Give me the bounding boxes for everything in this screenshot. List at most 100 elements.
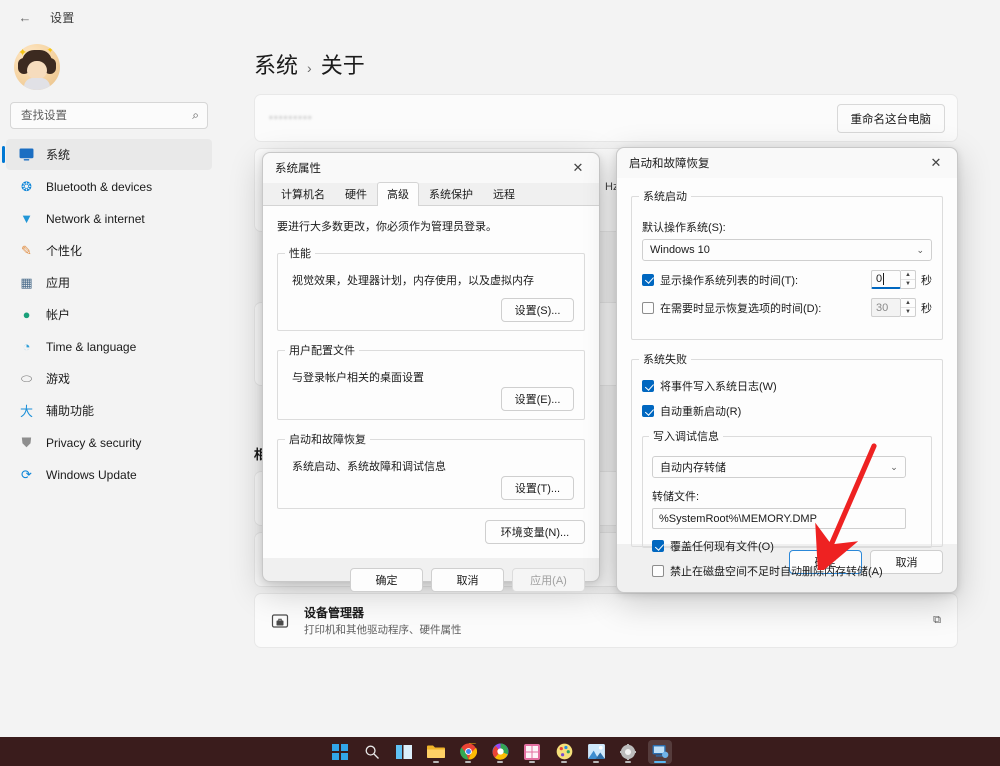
sidebar-item-apps[interactable]: ▦ 应用 xyxy=(6,267,212,298)
running-indicator xyxy=(529,761,535,763)
show-recovery-unit: 秒 xyxy=(921,300,932,316)
dialog-title: 启动和故障恢复 xyxy=(629,155,710,171)
startup-and-recovery-dialog: 启动和故障恢复 ✕ 系统启动 默认操作系统(S): Windows 10 ⌄ 显… xyxy=(616,147,958,593)
sidebar-item-system[interactable]: 系统 xyxy=(6,139,212,170)
no-auto-delete-checkbox[interactable] xyxy=(652,565,664,577)
screen: ← 设置 ✦ ✦ ⌕ xyxy=(0,0,1000,766)
rename-pc-button[interactable]: 重命名这台电脑 xyxy=(837,104,946,133)
auto-restart-row: 自动重新启动(R) xyxy=(642,403,932,419)
breadcrumb-root[interactable]: 系统 xyxy=(254,48,298,80)
performance-group: 性能 视觉效果，处理器计划，内存使用，以及虚拟内存 设置(S)... xyxy=(277,245,585,331)
performance-settings-button[interactable]: 设置(S)... xyxy=(501,298,574,322)
back-arrow-icon[interactable]: ← xyxy=(12,6,38,28)
chevron-down-icon: ⌄ xyxy=(916,245,924,256)
dump-type-value: 自动内存转储 xyxy=(660,459,726,475)
sidebar-item-label: Network & internet xyxy=(46,212,145,226)
group-legend: 用户配置文件 xyxy=(285,342,359,358)
sidebar-item-windows-update[interactable]: ⟳ Windows Update xyxy=(6,459,212,490)
tab-advanced[interactable]: 高级 xyxy=(377,182,419,206)
sidebar-item-bluetooth[interactable]: ❂ Bluetooth & devices xyxy=(6,171,212,202)
dump-file-input[interactable] xyxy=(652,508,906,529)
person-icon: ● xyxy=(18,306,35,323)
no-auto-delete-label[interactable]: 禁止在磁盘空间不足时自动删除内存转储(A) xyxy=(670,563,883,579)
overwrite-label[interactable]: 覆盖任何现有文件(O) xyxy=(670,538,774,554)
spinner-down-icon[interactable]: ▼ xyxy=(901,280,915,288)
dump-file-label: 转储文件: xyxy=(652,488,922,504)
system-failure-group: 系统失败 将事件写入系统日志(W) 自动重新启动(R) 写入调试信息 自动内存转… xyxy=(631,351,943,547)
system-properties-icon[interactable] xyxy=(648,740,672,764)
user-profiles-settings-button[interactable]: 设置(E)... xyxy=(501,387,574,411)
spinner-up-icon[interactable]: ▲ xyxy=(901,299,915,308)
search-input[interactable] xyxy=(19,109,192,123)
chevron-down-icon: ⌄ xyxy=(890,462,898,473)
spinner-down-icon[interactable]: ▼ xyxy=(901,308,915,316)
clock-icon: ◔ xyxy=(18,338,35,355)
system-properties-dialog: 系统属性 ✕ 计算机名 硬件 高级 系统保护 远程 要进行大多数更改，你必须作为… xyxy=(262,152,600,582)
search-icon[interactable] xyxy=(360,740,384,764)
sidebar-item-accounts[interactable]: ● 帐户 xyxy=(6,299,212,330)
external-link-icon: ⧉ xyxy=(933,614,941,627)
auto-restart-checkbox[interactable] xyxy=(642,405,654,417)
search-icon: ⌕ xyxy=(192,108,199,123)
task-view-icon[interactable] xyxy=(392,740,416,764)
show-recovery-label[interactable]: 在需要时显示恢复选项的时间(D): xyxy=(660,300,821,316)
sidebar-item-network[interactable]: ▼ Network & internet xyxy=(6,203,212,234)
startup-recovery-settings-button[interactable]: 设置(T)... xyxy=(501,476,574,500)
tab-remote[interactable]: 远程 xyxy=(483,182,525,206)
running-indicator xyxy=(654,761,666,763)
spinner-buttons[interactable]: ▲ ▼ xyxy=(901,270,916,289)
overwrite-row: 覆盖任何现有文件(O) xyxy=(652,538,922,554)
sidebar-item-time-language[interactable]: ◔ Time & language xyxy=(6,331,212,362)
photos-icon[interactable] xyxy=(584,740,608,764)
text-caret xyxy=(883,273,884,285)
search-box[interactable]: ⌕ xyxy=(10,102,208,129)
sidebar-item-label: Bluetooth & devices xyxy=(46,180,152,194)
sidebar-item-privacy-security[interactable]: ⛊ Privacy & security xyxy=(6,427,212,458)
write-event-label[interactable]: 将事件写入系统日志(W) xyxy=(660,378,777,394)
start-icon[interactable] xyxy=(328,740,352,764)
wifi-icon: ▼ xyxy=(18,210,35,227)
show-os-list-input[interactable]: 0 xyxy=(871,270,901,289)
tab-computer-name[interactable]: 计算机名 xyxy=(271,182,335,206)
spinner-up-icon[interactable]: ▲ xyxy=(901,271,915,280)
paint-icon[interactable] xyxy=(552,740,576,764)
startup-recovery-group: 启动和故障恢复 系统启动、系统故障和调试信息 设置(T)... xyxy=(277,431,585,509)
taskbar xyxy=(0,737,1000,766)
spinner-buttons[interactable]: ▲ ▼ xyxy=(901,298,916,317)
write-event-checkbox[interactable] xyxy=(642,380,654,392)
group-legend: 启动和故障恢复 xyxy=(285,431,370,447)
avatar[interactable]: ✦ ✦ xyxy=(14,44,60,90)
auto-restart-label[interactable]: 自动重新启动(R) xyxy=(660,403,741,419)
shield-icon: ⛊ xyxy=(18,434,35,451)
tab-system-protection[interactable]: 系统保护 xyxy=(419,182,483,206)
browser-icon[interactable] xyxy=(488,740,512,764)
overwrite-checkbox[interactable] xyxy=(652,540,664,552)
spin-value: 30 xyxy=(876,302,888,314)
sidebar-item-label: 应用 xyxy=(46,274,70,291)
show-recovery-spinner[interactable]: 30 ▲ ▼ 秒 xyxy=(871,298,932,317)
ok-button[interactable]: 确定 xyxy=(350,568,423,592)
dump-type-dropdown[interactable]: 自动内存转储 ⌄ xyxy=(652,456,906,478)
apps-icon: ▦ xyxy=(18,274,35,291)
row-subtitle: 打印机和其他驱动程序、硬件属性 xyxy=(304,622,462,637)
sidebar-item-gaming[interactable]: ⬭ 游戏 xyxy=(6,363,212,394)
settings-gear-icon[interactable] xyxy=(616,740,640,764)
tab-hardware[interactable]: 硬件 xyxy=(335,182,377,206)
show-os-list-label[interactable]: 显示操作系统列表的时间(T): xyxy=(660,272,798,288)
close-icon[interactable]: ✕ xyxy=(915,148,957,178)
sidebar-item-personalization[interactable]: ✎ 个性化 xyxy=(6,235,212,266)
store-app-icon[interactable] xyxy=(520,740,544,764)
chrome-icon[interactable] xyxy=(456,740,480,764)
group-legend: 写入调试信息 xyxy=(649,428,723,444)
show-os-list-checkbox[interactable] xyxy=(642,274,654,286)
default-os-dropdown[interactable]: Windows 10 ⌄ xyxy=(642,239,932,261)
breadcrumb: 系统 › 关于 xyxy=(218,34,1000,94)
show-os-list-spinner[interactable]: 0 ▲ ▼ 秒 xyxy=(871,270,932,289)
tabstrip: 计算机名 硬件 高级 系统保护 远程 xyxy=(263,183,599,206)
close-icon[interactable]: ✕ xyxy=(557,153,599,183)
environment-variables-button[interactable]: 环境变量(N)... xyxy=(485,520,585,544)
sidebar-item-accessibility[interactable]: 大 辅助功能 xyxy=(6,395,212,426)
cancel-button[interactable]: 取消 xyxy=(431,568,504,592)
file-explorer-icon[interactable] xyxy=(424,740,448,764)
show-recovery-checkbox[interactable] xyxy=(642,302,654,314)
